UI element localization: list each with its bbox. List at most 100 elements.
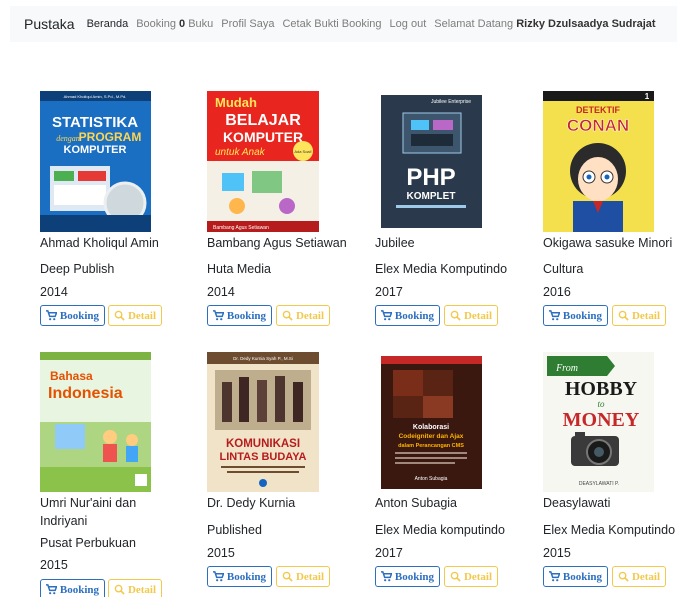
book-year: 2014 (207, 285, 235, 299)
booking-button[interactable]: Booking (543, 305, 608, 326)
search-icon (114, 310, 125, 321)
booking-count: 0 (179, 18, 186, 30)
nav-profil[interactable]: Profil Saya (221, 18, 274, 30)
cover-title: KOMUNIKASI (226, 438, 300, 450)
cover-top-text: Ahmad Kholiqul Amin, S.Pd., M.Pd. (64, 94, 127, 99)
welcome-prefix: Selamat Datang (434, 18, 514, 30)
book-year: 2015 (40, 558, 68, 572)
book-year: 2016 (543, 285, 571, 299)
book-author: Deasylawati (543, 496, 611, 510)
detail-button[interactable]: Detail (276, 566, 330, 587)
cart-icon (212, 571, 224, 582)
cover-title: STATISTIKA (52, 114, 138, 131)
cover-title: Kolaborasi (413, 424, 449, 431)
book-cover[interactable]: Kolaborasi Codeigniter dan Ajax dalam Pe… (381, 356, 482, 489)
book-publisher: Published (207, 523, 262, 537)
cover-title: to (597, 399, 605, 409)
book-author: Okigawa sasuke Minori (543, 236, 673, 250)
cover-top-text: Dr. Dedy Kurnia Syah P., M.Si (233, 356, 293, 361)
detail-button[interactable]: Detail (276, 305, 330, 326)
booking-button[interactable]: Booking (40, 579, 105, 597)
booking-button[interactable]: Booking (543, 566, 608, 587)
cover-title: PHP (406, 164, 455, 191)
book-cover[interactable]: Bahasa Indonesia (40, 352, 151, 492)
detail-label: Detail (463, 570, 493, 583)
book-publisher: Elex Media komputindo (375, 523, 505, 537)
detail-button[interactable]: Detail (108, 579, 162, 597)
cover-title: KOMPUTER (64, 144, 127, 156)
booking-button[interactable]: Booking (375, 305, 440, 326)
booking-label: Booking (59, 309, 100, 322)
detail-button[interactable]: Detail (444, 566, 498, 587)
detail-button[interactable]: Detail (444, 305, 498, 326)
detail-button[interactable]: Detail (108, 305, 162, 326)
detail-label: Detail (463, 309, 493, 322)
cart-icon (380, 571, 392, 582)
book-year: 2017 (375, 546, 403, 560)
book-publisher: Cultura (543, 262, 584, 276)
book-cover[interactable]: 1 DETEKTIF CONAN (543, 91, 654, 232)
book-author: Ahmad Kholiqul Amin (40, 236, 159, 250)
book-author: Anton Subagia (375, 496, 458, 510)
search-icon (282, 571, 293, 582)
cart-icon (45, 584, 57, 595)
detail-button[interactable]: Detail (612, 566, 666, 587)
booking-button[interactable]: Booking (40, 305, 105, 326)
book-year: 2015 (543, 546, 571, 560)
detail-label: Detail (295, 570, 325, 583)
cover-subtitle: dengan (56, 134, 80, 143)
book-cover[interactable]: Mudah BELAJAR KOMPUTER untuk Anak Ada So… (207, 91, 319, 232)
book-cover[interactable]: Ahmad Kholiqul Amin, S.Pd., M.Pd. STATIS… (40, 91, 151, 232)
book-year: 2017 (375, 285, 403, 299)
detail-label: Detail (127, 309, 157, 322)
welcome-text: Selamat Datang Rizky Dzulsaadya Sudrajat (434, 18, 655, 30)
detail-button[interactable]: Detail (612, 305, 666, 326)
cart-icon (548, 310, 560, 321)
detail-label: Detail (631, 570, 661, 583)
detail-label: Detail (295, 309, 325, 322)
nav-logout[interactable]: Log out (390, 18, 427, 30)
cover-footer: Anton Subagia (415, 476, 448, 482)
cover-title: dalam Perancangan CMS (398, 443, 464, 449)
search-icon (450, 571, 461, 582)
nav-booking-suffix: Buku (188, 18, 214, 30)
cover-volume: 1 (645, 92, 650, 101)
booking-button[interactable]: Booking (207, 305, 272, 326)
search-icon (450, 310, 461, 321)
booking-button[interactable]: Booking (375, 566, 440, 587)
cart-icon (548, 571, 560, 582)
cart-icon (212, 310, 224, 321)
user-name: Rizky Dzulsaadya Sudrajat (516, 18, 656, 30)
detail-label: Detail (127, 583, 157, 596)
cover-title: KOMPUTER (223, 129, 303, 145)
cover-title: Codeigniter dan Ajax (399, 433, 464, 440)
nav-booking[interactable]: Booking 0 Buku (136, 18, 213, 30)
cover-title: From (555, 363, 578, 374)
cover-title: HOBBY (565, 378, 638, 400)
book-cover[interactable]: Jubilee Enterprise PHP KOMPLET (381, 95, 482, 228)
book-cover[interactable]: From HOBBY to MONEY DEASYLAWATI P. (543, 352, 654, 492)
cover-title: MONEY (563, 409, 640, 431)
book-publisher: Deep Publish (40, 262, 115, 276)
cover-title: BELAJAR (225, 112, 301, 129)
cover-title: Indonesia (48, 385, 123, 402)
brand-link[interactable]: Pustaka (24, 16, 75, 32)
book-year: 2014 (40, 285, 68, 299)
booking-label: Booking (226, 570, 267, 583)
cover-footer: DEASYLAWATI P. (579, 481, 619, 487)
search-icon (618, 310, 629, 321)
nav-beranda[interactable]: Beranda (87, 18, 129, 30)
book-year: 2015 (207, 546, 235, 560)
book-author-line2: Indriyani (40, 514, 88, 528)
booking-label: Booking (59, 583, 100, 596)
cover-title: Mudah (215, 95, 257, 110)
nav-cetak-bukti[interactable]: Cetak Bukti Booking (282, 18, 381, 30)
search-icon (114, 584, 125, 595)
cover-title: Bahasa (50, 369, 93, 383)
booking-label: Booking (394, 309, 435, 322)
booking-button[interactable]: Booking (207, 566, 272, 587)
book-cover[interactable]: Dr. Dedy Kurnia Syah P., M.Si KOMUNIKASI… (207, 352, 319, 492)
navbar: Pustaka Beranda Booking 0 Buku Profil Sa… (10, 6, 677, 42)
cart-icon (45, 310, 57, 321)
book-author: Dr. Dedy Kurnia (207, 496, 296, 510)
